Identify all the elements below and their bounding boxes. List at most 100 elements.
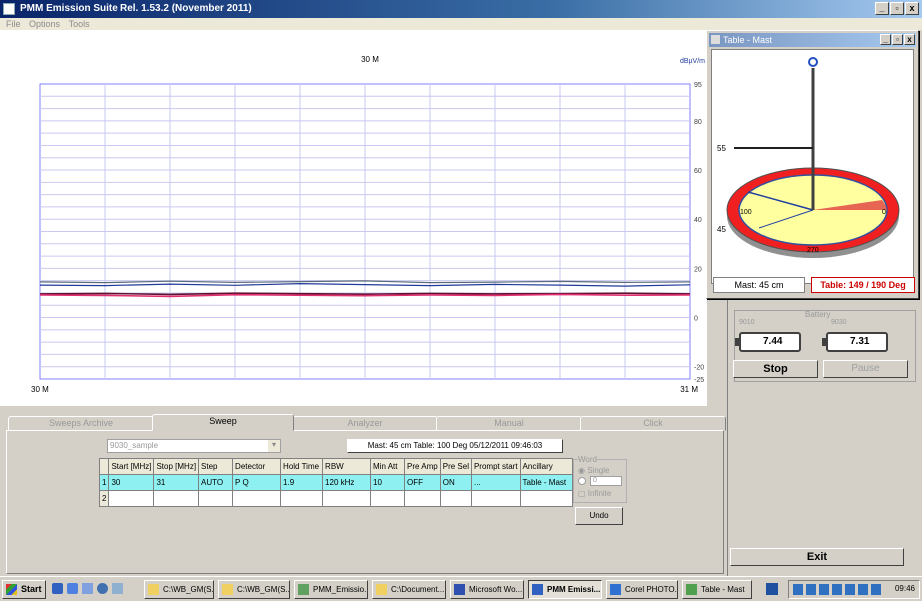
media-icon[interactable] (97, 583, 108, 594)
taskbar-item[interactable]: Corel PHOTO... (606, 580, 678, 599)
count-input[interactable]: 0 (590, 476, 622, 486)
col-step: Step (198, 458, 234, 475)
taskbar: Start C:\WB_GM(S... C:\WB_GM(S... PMM_Em… (0, 576, 922, 601)
menu-file[interactable]: File (6, 19, 21, 29)
spectrum-plot: 30 M dBµV/m 30 M 31 M 95 80 60 40 20 0 -20 -25 (31, 55, 705, 394)
window-icon (711, 35, 720, 44)
table-mast-title: Table - Mast (723, 35, 773, 45)
app-icon (3, 3, 15, 15)
table-mast-window[interactable]: Table - Mast _ ▫ x 55 45 100 0 270 Mast:… (706, 30, 919, 299)
undo-button[interactable]: Undo (575, 507, 623, 525)
taskbar-item[interactable]: Table - Mast (682, 580, 752, 599)
pmm-icon (532, 584, 543, 595)
tab-sweeps-archive[interactable]: Sweeps Archive (8, 416, 154, 431)
word-icon (454, 584, 465, 595)
menu-options[interactable]: Options (29, 19, 60, 29)
table-readout: Table: 149 / 190 Deg (811, 277, 915, 293)
x-start-label: 30 M (31, 385, 49, 394)
sweep-table-header: Start [MHz] Stop [MHz] Step Detector Hol… (98, 458, 573, 475)
word-group: Word ◉ Single 0 ▢ Infinite (573, 455, 627, 503)
battery-b-label: 9030 (831, 319, 847, 326)
ie-icon[interactable] (52, 583, 63, 594)
table-right-label: 0 (882, 209, 886, 216)
preset-select-value: 9030_sample (110, 441, 159, 450)
battery-b-display: 7.31 (822, 332, 888, 352)
col-start: Start [MHz] (108, 458, 155, 475)
tray-icons[interactable] (793, 584, 883, 595)
app-title: PMM Emission Suite (20, 3, 118, 14)
table-left-label: 100 (740, 209, 752, 216)
y-tick-label: 80 (694, 119, 702, 126)
y-tick-label: 0 (694, 316, 698, 323)
mast-bottom-label: 45 (717, 225, 726, 234)
y-tick-label: 95 (694, 82, 702, 89)
count-radio[interactable] (578, 477, 586, 485)
exit-button[interactable]: Exit (730, 548, 904, 566)
battery-a-display: 7.44 (735, 332, 801, 352)
battery-label: Battery (805, 310, 831, 319)
table-row[interactable]: 1 30 31 AUTO P Q 1.9 120 kHz 10 OFF ON .… (98, 474, 573, 491)
clock: 09:46 (894, 584, 915, 593)
system-tray: 09:46 (788, 580, 920, 599)
pause-button[interactable]: Pause (823, 360, 908, 378)
tab-manual[interactable]: Manual (436, 416, 582, 431)
minimize-button[interactable]: _ (875, 2, 889, 15)
tab-analyzer[interactable]: Analyzer (292, 416, 438, 431)
tab-click[interactable]: Click (580, 416, 726, 431)
word-group-label: Word (578, 455, 597, 464)
col-pre-amp: Pre Amp (404, 458, 441, 475)
chevron-down-icon[interactable]: ▾ (268, 440, 280, 452)
table-row[interactable]: 2 (98, 490, 573, 507)
chart-top-label: 30 M (361, 55, 379, 64)
status-line: Mast: 45 cm Table: 100 Deg 05/12/2011 09… (347, 439, 563, 453)
spectrum-chart[interactable]: 30 M dBµV/m 30 M 31 M 95 80 60 40 20 0 -20 -25 (0, 30, 707, 406)
taskbar-item[interactable]: Microsoft Wo... (450, 580, 524, 599)
tm-maximize-button[interactable]: ▫ (892, 34, 903, 45)
menu-tools[interactable]: Tools (69, 19, 90, 29)
preset-select[interactable]: 9030_sample ▾ (107, 439, 281, 453)
explorer-icon[interactable] (112, 583, 123, 594)
tm-close-button[interactable]: x (904, 34, 915, 45)
folder-icon (376, 584, 387, 595)
mast-readout: Mast: 45 cm (713, 277, 805, 293)
y-tick-label: 40 (694, 217, 702, 224)
y-tick-label: -20 (694, 365, 704, 372)
col-ancillary: Ancillary (519, 458, 573, 475)
windows-logo-icon (6, 584, 17, 595)
col-min-att: Min Att (370, 458, 406, 475)
title-bar[interactable]: PMM Emission Suite Rel. 1.53.2 (November… (0, 0, 922, 18)
stop-button[interactable]: Stop (733, 360, 818, 378)
infinite-checkbox[interactable]: ▢ Infinite (578, 489, 611, 498)
quick-launch (52, 583, 138, 596)
table-mast-graphic: 55 45 100 0 270 (717, 57, 900, 258)
y-tick-label: 20 (694, 266, 702, 273)
table-mast-view: 55 45 100 0 270 (711, 49, 914, 284)
table-mast-titlebar[interactable]: Table - Mast _ ▫ x (709, 33, 916, 47)
y-tick-label: 60 (694, 168, 702, 175)
col-detector: Detector (232, 458, 282, 475)
close-button[interactable]: x (905, 2, 919, 15)
tab-panel: Sweeps Archive Sweep Analyzer Manual Cli… (0, 414, 727, 576)
tab-sweep[interactable]: Sweep (152, 414, 294, 431)
sweep-tab-body: 9030_sample ▾ Mast: 45 cm Table: 100 Deg… (6, 430, 724, 574)
tm-minimize-button[interactable]: _ (880, 34, 891, 45)
taskbar-item-active[interactable]: PMM Emissi... (528, 580, 602, 599)
language-icon[interactable] (766, 583, 778, 595)
taskbar-item[interactable]: PMM_Emissio... (294, 580, 368, 599)
desktop-icon[interactable] (82, 583, 93, 594)
corel-icon (610, 584, 621, 595)
start-button[interactable]: Start (2, 580, 46, 599)
taskbar-item[interactable]: C:\WB_GM(S... (144, 580, 214, 599)
release-label: Rel. 1.53.2 (November 2011) (120, 3, 252, 14)
folder-icon (148, 584, 159, 595)
outlook-icon[interactable] (67, 583, 78, 594)
single-radio[interactable]: ◉ Single (578, 466, 609, 475)
taskbar-item[interactable]: C:\Document... (372, 580, 446, 599)
taskbar-item[interactable]: C:\WB_GM(S... (218, 580, 290, 599)
sweep-table: Start [MHz] Stop [MHz] Step Detector Hol… (98, 458, 573, 507)
maximize-button[interactable]: ▫ (890, 2, 904, 15)
app-icon (298, 584, 309, 595)
x-end-label: 31 M (680, 385, 698, 394)
col-rbw: RBW (322, 458, 372, 475)
col-hold-time: Hold Time (280, 458, 324, 475)
